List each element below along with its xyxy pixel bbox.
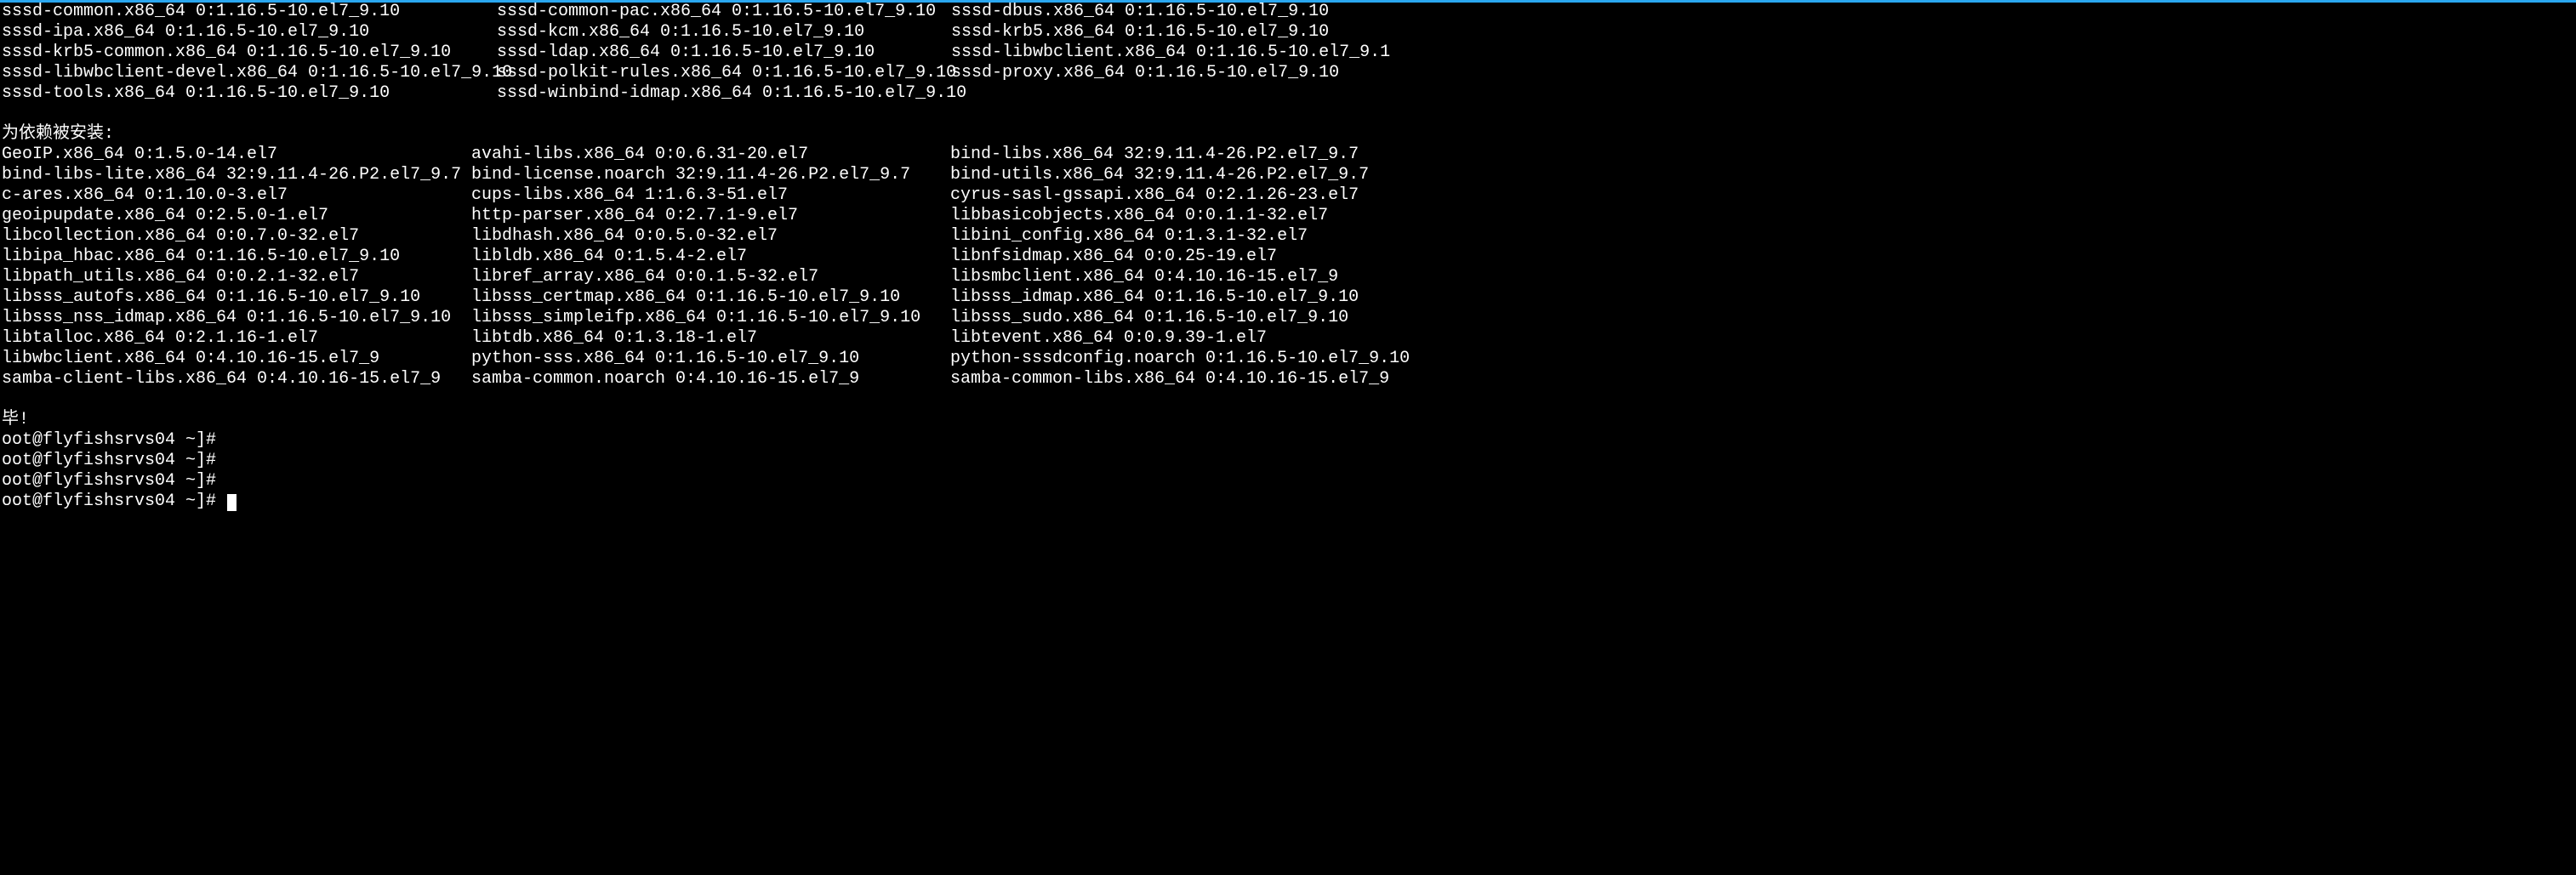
package-item: python-sss.x86_64 0:1.16.5-10.el7_9.10 bbox=[471, 349, 950, 369]
package-item: python-sssdconfig.noarch 0:1.16.5-10.el7… bbox=[950, 349, 1410, 369]
package-item: samba-common.noarch 0:4.10.16-15.el7_9 bbox=[471, 369, 950, 389]
package-item: cups-libs.x86_64 1:1.6.3-51.el7 bbox=[471, 185, 950, 206]
package-item: libsss_autofs.x86_64 0:1.16.5-10.el7_9.1… bbox=[2, 287, 471, 308]
package-item: libsss_idmap.x86_64 0:1.16.5-10.el7_9.10 bbox=[950, 287, 1410, 308]
package-item: sssd-ipa.x86_64 0:1.16.5-10.el7_9.10 bbox=[2, 22, 497, 43]
package-item: libdhash.x86_64 0:0.5.0-32.el7 bbox=[471, 226, 950, 247]
package-item: samba-common-libs.x86_64 0:4.10.16-15.el… bbox=[950, 369, 1410, 389]
package-item: sssd-krb5.x86_64 0:1.16.5-10.el7_9.10 bbox=[951, 22, 1390, 43]
package-item: geoipupdate.x86_64 0:2.5.0-1.el7 bbox=[2, 206, 471, 226]
package-item: libipa_hbac.x86_64 0:1.16.5-10.el7_9.10 bbox=[2, 247, 471, 267]
package-item: avahi-libs.x86_64 0:0.6.31-20.el7 bbox=[471, 145, 950, 165]
package-item: sssd-ldap.x86_64 0:1.16.5-10.el7_9.10 bbox=[497, 43, 951, 63]
cursor-icon bbox=[227, 494, 237, 511]
shell-prompt[interactable]: oot@flyfishsrvs04 ~]# bbox=[2, 491, 2576, 512]
package-item: libnfsidmap.x86_64 0:0.25-19.el7 bbox=[950, 247, 1410, 267]
package-deps-block: GeoIP.x86_64 0:1.5.0-14.el7 bind-libs-li… bbox=[2, 145, 2576, 389]
package-item: http-parser.x86_64 0:2.7.1-9.el7 bbox=[471, 206, 950, 226]
package-item: sssd-winbind-idmap.x86_64 0:1.16.5-10.el… bbox=[497, 83, 951, 104]
package-item: sssd-common.x86_64 0:1.16.5-10.el7_9.10 bbox=[2, 2, 497, 22]
tab-active-border bbox=[0, 0, 2576, 3]
shell-prompt[interactable]: oot@flyfishsrvs04 ~]# bbox=[2, 451, 2576, 471]
package-item: sssd-tools.x86_64 0:1.16.5-10.el7_9.10 bbox=[2, 83, 497, 104]
package-item: bind-license.noarch 32:9.11.4-26.P2.el7_… bbox=[471, 165, 950, 185]
package-item: libsmbclient.x86_64 0:4.10.16-15.el7_9 bbox=[950, 267, 1410, 287]
package-item: libtdb.x86_64 0:1.3.18-1.el7 bbox=[471, 328, 950, 349]
complete-message: 毕! bbox=[2, 410, 2576, 430]
package-item: c-ares.x86_64 0:1.10.0-3.el7 bbox=[2, 185, 471, 206]
package-item bbox=[951, 83, 1390, 104]
package-item: libwbclient.x86_64 0:4.10.16-15.el7_9 bbox=[2, 349, 471, 369]
package-item: sssd-common-pac.x86_64 0:1.16.5-10.el7_9… bbox=[497, 2, 951, 22]
package-item: libsss_sudo.x86_64 0:1.16.5-10.el7_9.10 bbox=[950, 308, 1410, 328]
deps-header: 为依赖被安装: bbox=[2, 124, 2576, 145]
package-item: libsss_simpleifp.x86_64 0:1.16.5-10.el7_… bbox=[471, 308, 950, 328]
package-item: sssd-proxy.x86_64 0:1.16.5-10.el7_9.10 bbox=[951, 63, 1390, 83]
package-item: libsss_certmap.x86_64 0:1.16.5-10.el7_9.… bbox=[471, 287, 950, 308]
package-item: bind-libs-lite.x86_64 32:9.11.4-26.P2.el… bbox=[2, 165, 471, 185]
package-item: libcollection.x86_64 0:0.7.0-32.el7 bbox=[2, 226, 471, 247]
package-item: libsss_nss_idmap.x86_64 0:1.16.5-10.el7_… bbox=[2, 308, 471, 328]
package-item: sssd-dbus.x86_64 0:1.16.5-10.el7_9.10 bbox=[951, 2, 1390, 22]
package-item: libtevent.x86_64 0:0.9.39-1.el7 bbox=[950, 328, 1410, 349]
package-item: libldb.x86_64 0:1.5.4-2.el7 bbox=[471, 247, 950, 267]
package-item: libbasicobjects.x86_64 0:0.1.1-32.el7 bbox=[950, 206, 1410, 226]
package-item: samba-client-libs.x86_64 0:4.10.16-15.el… bbox=[2, 369, 471, 389]
package-item: GeoIP.x86_64 0:1.5.0-14.el7 bbox=[2, 145, 471, 165]
shell-prompt[interactable]: oot@flyfishsrvs04 ~]# bbox=[2, 471, 2576, 491]
package-item: bind-utils.x86_64 32:9.11.4-26.P2.el7_9.… bbox=[950, 165, 1410, 185]
package-item: cyrus-sasl-gssapi.x86_64 0:2.1.26-23.el7 bbox=[950, 185, 1410, 206]
package-item: bind-libs.x86_64 32:9.11.4-26.P2.el7_9.7 bbox=[950, 145, 1410, 165]
package-item: sssd-krb5-common.x86_64 0:1.16.5-10.el7_… bbox=[2, 43, 497, 63]
terminal-output[interactable]: sssd-common.x86_64 0:1.16.5-10.el7_9.10 … bbox=[2, 2, 2576, 512]
package-item: sssd-libwbclient-devel.x86_64 0:1.16.5-1… bbox=[2, 63, 497, 83]
shell-prompt[interactable]: oot@flyfishsrvs04 ~]# bbox=[2, 430, 2576, 451]
package-item: sssd-kcm.x86_64 0:1.16.5-10.el7_9.10 bbox=[497, 22, 951, 43]
package-item: libtalloc.x86_64 0:2.1.16-1.el7 bbox=[2, 328, 471, 349]
package-item: sssd-libwbclient.x86_64 0:1.16.5-10.el7_… bbox=[951, 43, 1390, 63]
package-item: libini_config.x86_64 0:1.3.1-32.el7 bbox=[950, 226, 1410, 247]
package-item: libpath_utils.x86_64 0:0.2.1-32.el7 bbox=[2, 267, 471, 287]
package-item: sssd-polkit-rules.x86_64 0:1.16.5-10.el7… bbox=[497, 63, 951, 83]
shell-prompt-text: oot@flyfishsrvs04 ~]# bbox=[2, 491, 226, 511]
package-updated-block: sssd-common.x86_64 0:1.16.5-10.el7_9.10 … bbox=[2, 2, 2576, 104]
package-item: libref_array.x86_64 0:0.1.5-32.el7 bbox=[471, 267, 950, 287]
